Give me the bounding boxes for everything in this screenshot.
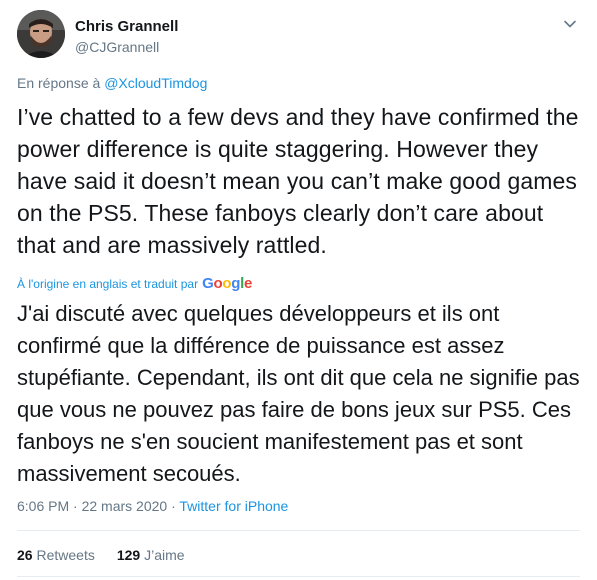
google-logo-letter: e bbox=[243, 275, 252, 292]
google-logo-letter: G bbox=[202, 275, 214, 292]
tweet-text: I’ve chatted to a few devs and they have… bbox=[17, 104, 579, 258]
tweet-time[interactable]: 6:06 PM bbox=[17, 498, 69, 514]
google-logo-letter: o bbox=[213, 275, 223, 292]
likes-stat[interactable]: 129 J’aime bbox=[117, 546, 185, 564]
meta-separator: · bbox=[73, 498, 78, 514]
author-display-name[interactable]: Chris Grannell bbox=[75, 18, 178, 36]
author-block[interactable]: Chris Grannell @CJGrannell bbox=[75, 18, 178, 56]
translation-label: À l'origine en anglais et traduit par bbox=[17, 277, 199, 291]
reply-prefix: En réponse à bbox=[17, 75, 101, 91]
meta-separator: · bbox=[171, 498, 176, 514]
reply-context: En réponse à @XcloudTimdog bbox=[17, 74, 207, 92]
retweets-count: 26 bbox=[17, 547, 33, 563]
author-handle[interactable]: @CJGrannell bbox=[75, 38, 178, 56]
tweet-meta: 6:06 PM · 22 mars 2020 · Twitter for iPh… bbox=[17, 497, 288, 515]
likes-count: 129 bbox=[116, 547, 141, 563]
avatar[interactable] bbox=[17, 10, 65, 58]
retweets-label: Retweets bbox=[36, 547, 95, 563]
tweet-source-link[interactable]: Twitter for iPhone bbox=[179, 498, 288, 514]
google-logo: Google bbox=[202, 276, 252, 292]
google-logo-letter: o bbox=[222, 275, 232, 292]
translation-attribution[interactable]: À l'origine en anglais et traduit par Go… bbox=[17, 276, 252, 292]
tweet-card: Chris Grannell @CJGrannell En réponse à … bbox=[0, 0, 597, 580]
tweet-stats: 26 Retweets 129 J’aime bbox=[17, 546, 207, 564]
divider bbox=[17, 530, 580, 531]
chevron-down-icon[interactable] bbox=[562, 16, 578, 32]
translated-text: J'ai discuté avec quelques développeurs … bbox=[17, 301, 580, 486]
google-logo-letter: g bbox=[231, 275, 241, 292]
tweet-header: Chris Grannell @CJGrannell bbox=[17, 10, 580, 62]
retweets-stat[interactable]: 26 Retweets bbox=[17, 546, 95, 564]
divider bbox=[17, 576, 580, 577]
reply-mention-link[interactable]: @XcloudTimdog bbox=[104, 75, 207, 91]
likes-label: J’aime bbox=[144, 547, 185, 563]
tweet-date[interactable]: 22 mars 2020 bbox=[82, 498, 168, 514]
